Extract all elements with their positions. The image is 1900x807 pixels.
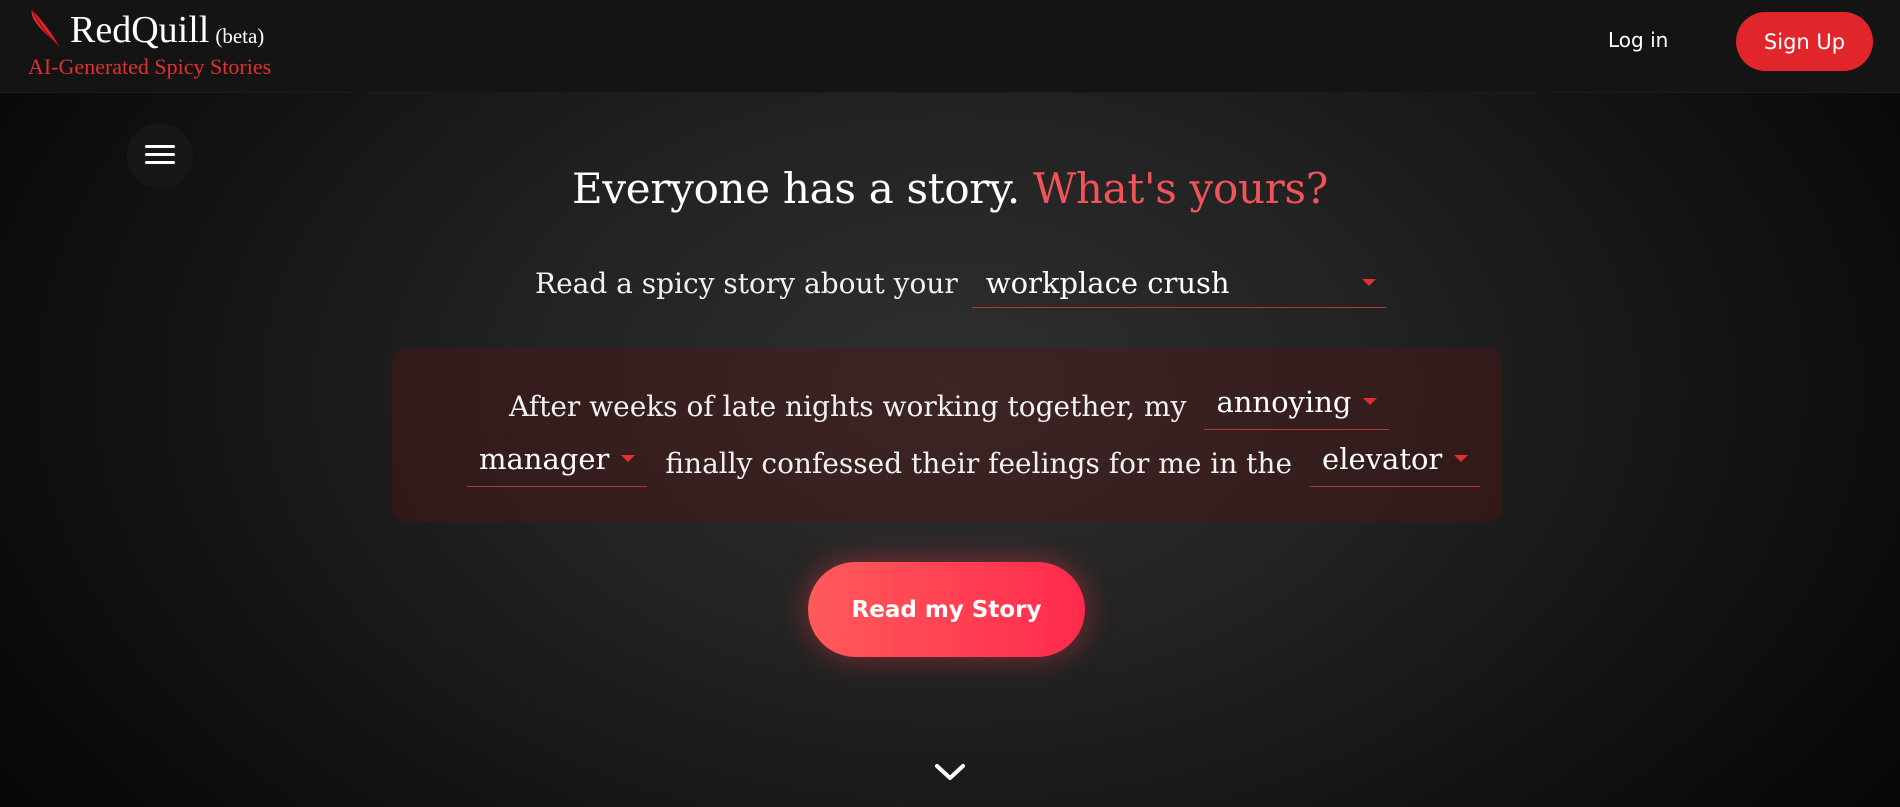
topic-prompt: Read a spicy story about your workplace …	[535, 258, 1386, 308]
topic-prompt-label: Read a spicy story about your	[535, 267, 958, 300]
story-builder: After weeks of late nights working toget…	[392, 348, 1502, 522]
brand-tagline: AI-Generated Spicy Stories	[28, 54, 272, 79]
page-headline: Everyone has a story. What's yours?	[0, 164, 1900, 213]
role-dropdown[interactable]: manager	[467, 431, 648, 487]
topic-dropdown[interactable]: workplace crush	[971, 258, 1386, 308]
logo[interactable]: RedQuill (beta) AI-Generated Spicy Stori…	[26, 8, 271, 79]
signup-button[interactable]: Sign Up	[1736, 12, 1873, 71]
chevron-down-icon	[934, 762, 966, 786]
read-story-button[interactable]: Read my Story	[808, 562, 1085, 657]
scroll-down-button[interactable]	[930, 758, 970, 790]
headline-main: Everyone has a story.	[572, 164, 1020, 213]
story-line-2: manager finally confessed their feelings…	[467, 430, 1481, 487]
beta-badge: (beta)	[215, 24, 265, 48]
place-dropdown[interactable]: elevator	[1310, 431, 1481, 487]
adjective-dropdown-value: annoying	[1216, 384, 1352, 419]
top-bar: RedQuill (beta) AI-Generated Spicy Stori…	[0, 0, 1900, 93]
place-dropdown-value: elevator	[1322, 441, 1443, 476]
story-line-1: After weeks of late nights working toget…	[509, 348, 1390, 430]
story-text-part1: After weeks of late nights working toget…	[509, 390, 1187, 423]
caret-down-icon	[1454, 455, 1469, 462]
brand-name: RedQuill	[70, 9, 210, 51]
caret-down-icon	[1361, 279, 1376, 286]
topic-dropdown-value: workplace crush	[985, 265, 1230, 300]
story-text-part2: finally confessed their feelings for me …	[665, 447, 1293, 480]
caret-down-icon	[621, 455, 636, 462]
adjective-dropdown[interactable]: annoying	[1204, 374, 1390, 430]
headline-accent: What's yours?	[1033, 164, 1328, 213]
quill-icon	[26, 8, 62, 50]
caret-down-icon	[1363, 398, 1378, 405]
login-link[interactable]: Log in	[1608, 28, 1668, 52]
role-dropdown-value: manager	[479, 441, 610, 476]
